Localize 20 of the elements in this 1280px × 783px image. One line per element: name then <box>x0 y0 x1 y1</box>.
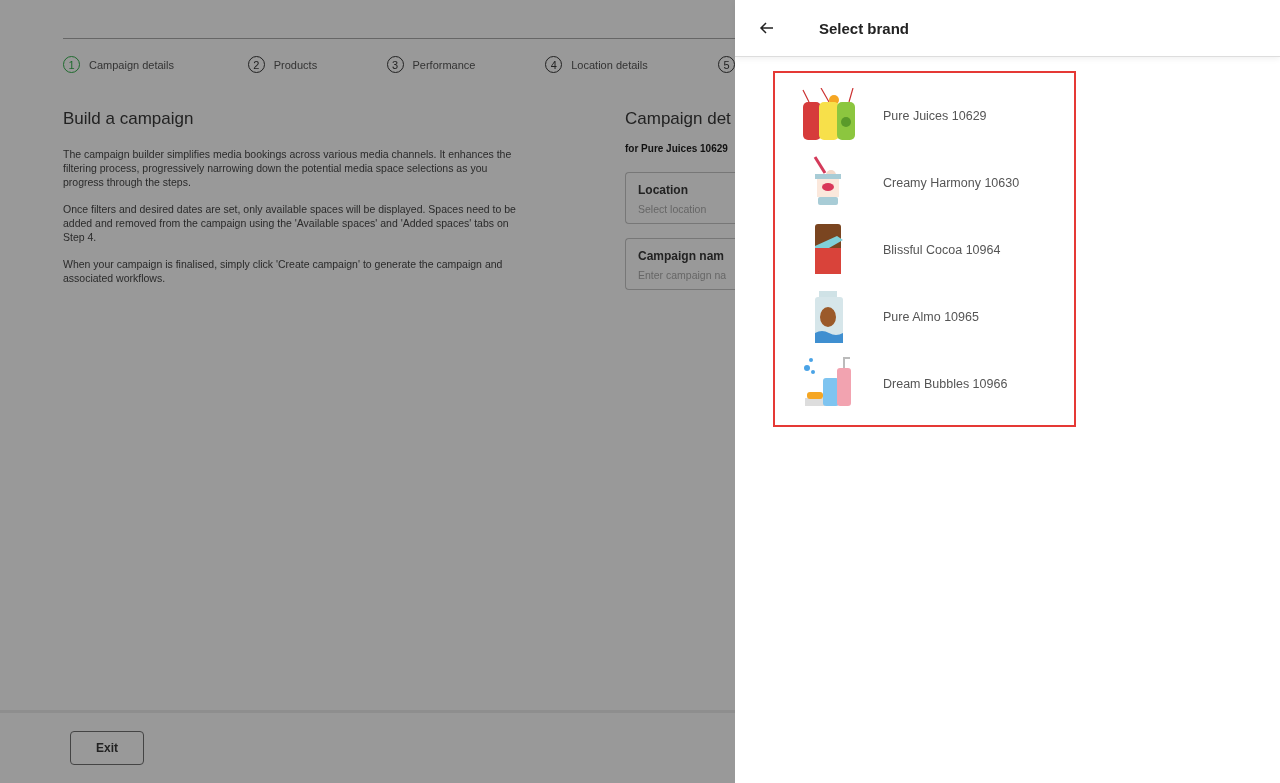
paragraph: When your campaign is finalised, simply click 'Create campaign' to generate the campaign and associated workflows. <box>63 257 504 285</box>
drawer-title: Select brand <box>819 19 910 37</box>
section-title: Campaign det <box>625 109 732 129</box>
section-title: Build a campaign <box>63 109 195 129</box>
step-label[interactable]: Products <box>273 58 318 71</box>
field-label: Location <box>638 183 689 197</box>
exit-button[interactable]: Exit <box>70 731 144 765</box>
brand-item[interactable]: Creamy Harmony 10630 <box>801 149 1074 216</box>
paragraph: The campaign builder simplifies media bookings across various media channels. It enhances the filtering process, progressively narrowing down the potential media space selections as you progress through the steps. <box>63 147 513 189</box>
back-arrow-icon[interactable] <box>759 20 775 36</box>
brand-item[interactable]: Blissful Cocoa 10964 <box>801 216 1074 283</box>
paragraph: Once filters and desired dates are set, only available spaces will be displayed. Spaces need to be added and removed from the campaign using the 'Available spaces' and 'Added spaces' tabs on Step 4. <box>63 202 517 244</box>
brand-item[interactable]: Pure Almo 10965 <box>801 283 1074 350</box>
step-label[interactable]: Campaign details <box>89 58 174 71</box>
brand-item[interactable]: Pure Juices 10629 <box>801 82 1074 149</box>
subtitle: for Pure Juices 10629 <box>625 143 729 154</box>
step-label[interactable]: Performance <box>412 58 476 71</box>
brand-item[interactable]: Dream Bubbles 10966 <box>801 350 1074 417</box>
step-label[interactable]: Location details <box>571 58 648 71</box>
field-label: Campaign nam <box>638 249 725 263</box>
